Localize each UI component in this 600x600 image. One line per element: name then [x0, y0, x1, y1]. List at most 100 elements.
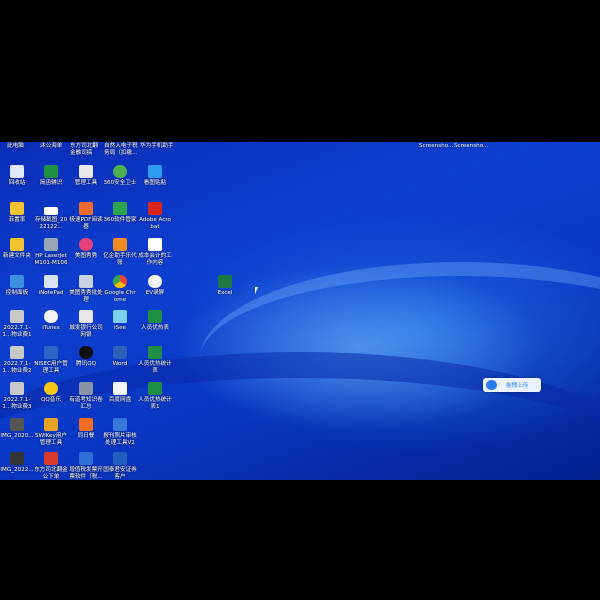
- file-shortcut[interactable]: 存储截图_2022122...: [34, 202, 68, 231]
- cloud-drive-icon: [113, 382, 127, 395]
- app-shortcut[interactable]: 同日餐: [69, 418, 103, 440]
- file-shortcut[interactable]: 有道考知识卷汇总: [69, 382, 103, 411]
- app-shortcut[interactable]: 报刊照片审核处理工具V2: [103, 418, 137, 447]
- document-icon: [148, 238, 162, 251]
- desktop-label[interactable]: 东方司北翻金融司搞: [70, 143, 100, 157]
- tools-icon: [79, 165, 93, 178]
- file-shortcut[interactable]: IMG_2020...: [0, 418, 34, 440]
- file-shortcut[interactable]: IMG_2022...: [0, 452, 34, 474]
- control-panel-shortcut[interactable]: 控制面板: [0, 275, 34, 297]
- app-shortcut[interactable]: Google Chrome: [103, 275, 137, 304]
- app-shortcut[interactable]: HP LaserJet M101-M106: [34, 238, 68, 267]
- app-shortcut[interactable]: EV录屏: [138, 275, 172, 297]
- folder-shortcut[interactable]: 菲置率: [0, 202, 34, 224]
- app-shortcut[interactable]: 腾讯QQ: [69, 346, 103, 368]
- app-shortcut[interactable]: 亿企助手乐代账: [103, 238, 137, 267]
- desktop-label[interactable]: 沐公海单: [40, 143, 62, 150]
- bank-icon: [44, 452, 58, 465]
- app-shortcut[interactable]: iNotePad: [34, 275, 68, 297]
- batch-icon: [79, 275, 93, 288]
- folder-icon: [10, 238, 24, 251]
- desktop-label[interactable]: 华为手机助手: [140, 143, 174, 150]
- spreadsheet-icon: [148, 382, 162, 395]
- app-shortcut[interactable]: 管理工具: [69, 165, 103, 187]
- qq-icon: [79, 346, 93, 359]
- app-shortcut[interactable]: 简函辅识: [34, 165, 68, 187]
- assistant-icon: [113, 238, 127, 251]
- image-viewer-icon: [148, 165, 162, 178]
- spreadsheet-icon: [44, 165, 58, 178]
- app-shortcut[interactable]: Adobe Acrobat: [138, 202, 172, 231]
- desktop-label[interactable]: 自然入电子税务局（扣缴...: [104, 143, 140, 157]
- securities-icon: [113, 452, 127, 465]
- app-icon: [79, 418, 93, 431]
- desktop: 此电脑 沐公海单 东方司北翻金融司搞 自然入电子税务局（扣缴... 华为手机助手…: [0, 142, 600, 480]
- drag-upload-button[interactable]: 拖拽上传: [483, 378, 541, 392]
- document-icon: [79, 382, 93, 395]
- image-file-icon: [44, 207, 58, 215]
- app-shortcut[interactable]: 360安全卫士: [103, 165, 137, 187]
- desktop-label[interactable]: 此电脑: [7, 143, 24, 150]
- file-shortcut[interactable]: 人员优热统计表1: [138, 382, 172, 411]
- mouse-cursor-icon: [255, 287, 258, 294]
- spreadsheet-icon: [148, 310, 162, 323]
- image-file-icon: [10, 418, 24, 431]
- excel-shortcut[interactable]: Excel: [208, 275, 242, 297]
- word-icon: [113, 346, 127, 359]
- folder-shortcut[interactable]: 新建文件夹: [0, 238, 34, 260]
- meitu-icon: [79, 238, 93, 251]
- spreadsheet-icon: [148, 346, 162, 359]
- photo-tool-icon: [113, 418, 127, 431]
- app-shortcut[interactable]: QQ音乐: [34, 382, 68, 404]
- file-shortcut[interactable]: 人员优热统计表: [138, 346, 172, 375]
- app-shortcut[interactable]: Word: [103, 346, 137, 368]
- itunes-icon: [44, 310, 58, 323]
- file-shortcut[interactable]: 2022.7.1-1...物业费1: [0, 310, 34, 339]
- app-shortcut[interactable]: 极速PDF阅读器: [69, 202, 103, 231]
- app-shortcut[interactable]: 增值税发票开票软件（税...: [69, 452, 103, 480]
- nisec-icon: [44, 346, 58, 359]
- invoice-icon: [79, 452, 93, 465]
- app-shortcut[interactable]: 东方司北翻金公下单: [34, 452, 68, 480]
- app-shortcut[interactable]: NISEC用户管理工具: [34, 346, 68, 375]
- excel-icon: [218, 275, 232, 288]
- software-manager-icon: [113, 202, 127, 215]
- recycle-bin-icon: [10, 165, 24, 178]
- app-shortcut[interactable]: 360软件管家: [103, 202, 137, 224]
- image-file-icon: [10, 346, 24, 359]
- app-shortcut[interactable]: 看图贴贴: [138, 165, 172, 187]
- app-shortcut[interactable]: 美图秀秀: [69, 238, 103, 260]
- isee-icon: [113, 310, 127, 323]
- app-shortcut[interactable]: iSee: [103, 310, 137, 332]
- bank-icon: [79, 310, 93, 323]
- control-panel-icon: [10, 275, 24, 288]
- notepad-icon: [44, 275, 58, 288]
- acrobat-icon: [148, 202, 162, 215]
- pdf-reader-icon: [79, 202, 93, 215]
- shield-icon: [113, 165, 127, 178]
- app-shortcut[interactable]: SWlKey用户管理工具: [34, 418, 68, 447]
- screen-recorder-icon: [148, 275, 162, 288]
- chrome-icon: [113, 275, 127, 288]
- cloud-upload-icon: [486, 380, 497, 390]
- recycle-bin-shortcut[interactable]: 回收站: [0, 165, 34, 187]
- key-icon: [44, 418, 58, 431]
- app-shortcut[interactable]: 美图秀秀批处理: [69, 275, 103, 304]
- image-file-icon: [10, 382, 24, 395]
- image-file-icon: [10, 310, 24, 323]
- file-shortcut[interactable]: 人员优热表: [138, 310, 172, 332]
- app-shortcut[interactable]: 百度网盘: [103, 382, 137, 404]
- app-shortcut[interactable]: 国泰君安证券客户: [103, 452, 137, 480]
- app-shortcut[interactable]: iTunes: [34, 310, 68, 332]
- wallpaper-glow: [200, 262, 600, 456]
- music-icon: [44, 382, 58, 395]
- folder-icon: [10, 202, 24, 215]
- app-shortcut[interactable]: 城发银行公司网银: [69, 310, 103, 339]
- desktop-file-label[interactable]: Screensho...: [419, 143, 453, 150]
- image-file-icon: [10, 452, 24, 465]
- file-shortcut[interactable]: 2022.7.1-1...物业费2: [0, 346, 34, 375]
- desktop-file-label[interactable]: Screensho...: [454, 143, 488, 150]
- file-shortcut[interactable]: 成本会计的工作内容: [138, 238, 172, 267]
- file-shortcut[interactable]: 2022.7.1-1...物业费3: [0, 382, 34, 411]
- printer-icon: [44, 238, 58, 251]
